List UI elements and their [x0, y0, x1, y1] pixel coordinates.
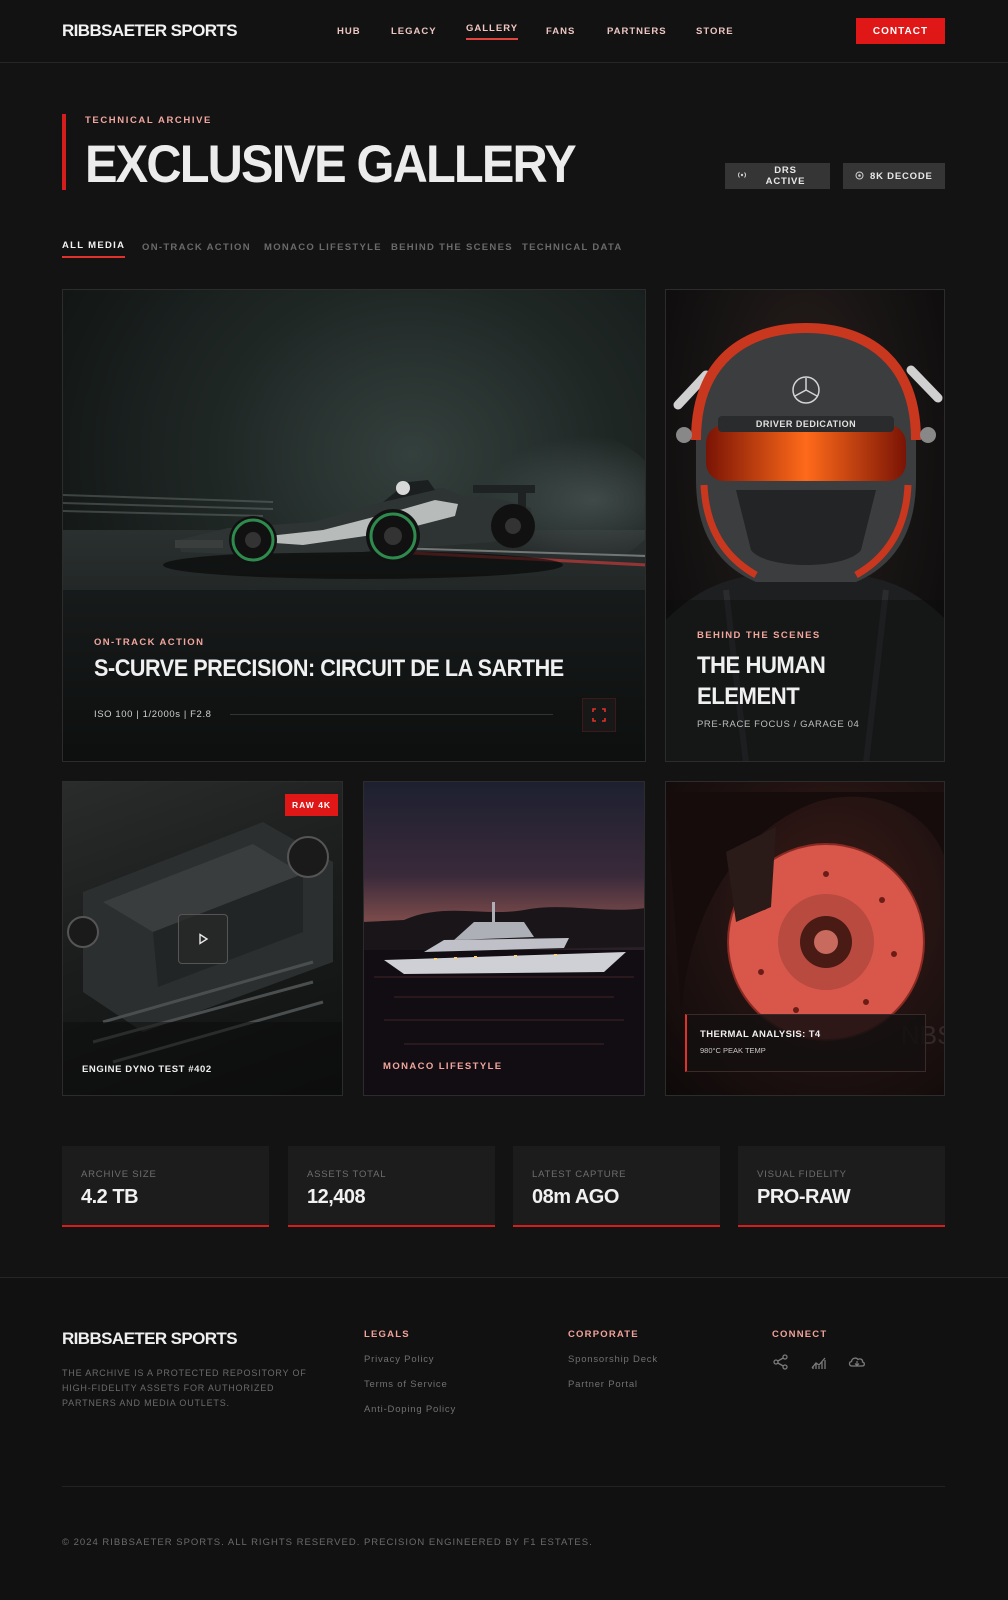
play-icon [199, 933, 209, 945]
site-footer [0, 1278, 1008, 1600]
stat-archive-size-value: 4.2 TB [81, 1186, 139, 1208]
monaco-card[interactable]: MONACO LIFESTYLE [363, 781, 645, 1096]
footer-corporate-heading: CORPORATE [568, 1329, 639, 1340]
share-icon[interactable] [772, 1353, 792, 1371]
tab-on-track-action[interactable]: ON-TRACK ACTION [142, 242, 251, 253]
tab-monaco-lifestyle[interactable]: MONACO LIFESTYLE [264, 242, 382, 253]
footer-link-privacy[interactable]: Privacy Policy [364, 1354, 434, 1365]
footer-link-partner-portal[interactable]: Partner Portal [568, 1379, 638, 1390]
thermal-analysis-title: THERMAL ANALYSIS: T4 [700, 1029, 821, 1040]
engine-card-caption: ENGINE DYNO TEST #402 [82, 1064, 212, 1075]
monaco-card-caption: MONACO LIFESTYLE [383, 1061, 503, 1072]
site-header: RIBBSAETER SPORTS HUB LEGACY GALLERY FAN… [0, 0, 1008, 63]
stat-archive-size: ARCHIVE SIZE 4.2 TB [62, 1146, 269, 1227]
thermal-analysis-panel: THERMAL ANALYSIS: T4 980°C PEAK TEMP [685, 1014, 926, 1072]
footer-connect-heading: CONNECT [772, 1329, 828, 1340]
nav-hub[interactable]: HUB [337, 26, 361, 37]
title-accent-bar [62, 114, 66, 190]
stat-assets-total-value: 12,408 [307, 1186, 366, 1208]
stat-latest-capture: LATEST CAPTURE 08m AGO [513, 1146, 720, 1227]
page-eyebrow: TECHNICAL ARCHIVE [85, 115, 212, 126]
footer-rule [62, 1486, 945, 1487]
stat-assets-total-label: ASSETS TOTAL [307, 1169, 387, 1180]
tab-technical-data[interactable]: TECHNICAL DATA [522, 242, 623, 253]
footer-link-anti-doping[interactable]: Anti-Doping Policy [364, 1404, 456, 1415]
drs-active-label: DRS ACTIVE [765, 165, 806, 187]
helmet-title-line-1: THE HUMAN [697, 652, 826, 679]
footer-link-terms[interactable]: Terms of Service [364, 1379, 448, 1390]
play-button[interactable] [178, 914, 228, 964]
nav-store[interactable]: STORE [696, 26, 734, 37]
stat-visual-fidelity-value: PRO-RAW [757, 1186, 851, 1208]
raw-4k-badge: RAW 4K [285, 794, 339, 816]
cloud-download-icon[interactable] [847, 1353, 867, 1371]
copyright-text: © 2024 RIBBSAETER SPORTS. ALL RIGHTS RES… [62, 1537, 593, 1548]
tab-behind-the-scenes[interactable]: BEHIND THE SCENES [391, 242, 513, 253]
footer-legals-heading: LEGALS [364, 1329, 410, 1340]
featured-card-title: S-CURVE PRECISION: CIRCUIT DE LA SARTHE [94, 655, 564, 682]
tab-all-media[interactable]: ALL MEDIA [62, 240, 126, 258]
expand-icon [592, 708, 606, 722]
meta-divider [230, 714, 553, 715]
stat-latest-capture-label: LATEST CAPTURE [532, 1169, 627, 1180]
contact-button[interactable]: CONTACT [856, 18, 945, 44]
helmet-card-behind-the-scenes[interactable]: DRIVER DEDICATION BEHIND THE SCENES THE … [665, 289, 945, 762]
thermal-analysis-sub: 980°C PEAK TEMP [700, 1046, 766, 1055]
8k-decode-label: 8K DECODE [870, 170, 933, 182]
8k-decode-toggle[interactable]: 8K DECODE [843, 163, 945, 189]
nav-fans[interactable]: FANS [546, 26, 575, 37]
footer-link-sponsorship[interactable]: Sponsorship Deck [568, 1354, 658, 1365]
race-car-image [63, 420, 645, 761]
brand-logo[interactable]: RIBBSAETER SPORTS [62, 21, 238, 41]
expand-button[interactable] [582, 698, 616, 732]
radio-icon [737, 171, 747, 181]
helmet-card-meta: PRE-RACE FOCUS / GARAGE 04 [697, 719, 860, 730]
stat-latest-capture-value: 08m AGO [532, 1186, 619, 1208]
brake-card[interactable]: NBS THERMAL ANALYSIS: T4 980°C PEAK TEMP [665, 781, 945, 1096]
target-icon [855, 171, 864, 182]
nav-partners[interactable]: PARTNERS [607, 26, 667, 37]
featured-card-on-track[interactable]: ON-TRACK ACTION S-CURVE PRECISION: CIRCU… [62, 289, 646, 762]
drs-active-toggle[interactable]: DRS ACTIVE [725, 163, 830, 189]
footer-description: THE ARCHIVE IS A PROTECTED REPOSITORY OF… [62, 1368, 307, 1408]
helmet-card-label: BEHIND THE SCENES [697, 630, 821, 641]
engine-card[interactable]: RAW 4K ENGINE DYNO TEST #402 [62, 781, 343, 1096]
nav-gallery[interactable]: GALLERY [466, 23, 519, 40]
footer-logo[interactable]: RIBBSAETER SPORTS [62, 1329, 238, 1349]
nav-legacy[interactable]: LEGACY [391, 26, 437, 37]
stat-archive-size-label: ARCHIVE SIZE [81, 1169, 157, 1180]
helmet-title-line-2: ELEMENT [697, 683, 800, 710]
featured-card-exif: ISO 100 | 1/2000s | F2.8 [94, 709, 212, 720]
analytics-icon[interactable] [810, 1353, 830, 1371]
stat-visual-fidelity-label: VISUAL FIDELITY [757, 1169, 847, 1180]
visor-text: DRIVER DEDICATION [756, 419, 856, 429]
featured-card-label: ON-TRACK ACTION [94, 637, 205, 648]
yacht-image [364, 902, 644, 1095]
stat-assets-total: ASSETS TOTAL 12,408 [288, 1146, 495, 1227]
page-title: EXCLUSIVE GALLERY [85, 135, 577, 194]
helmet-card-title: THE HUMAN ELEMENT [697, 650, 826, 712]
stat-visual-fidelity: VISUAL FIDELITY PRO-RAW [738, 1146, 945, 1227]
